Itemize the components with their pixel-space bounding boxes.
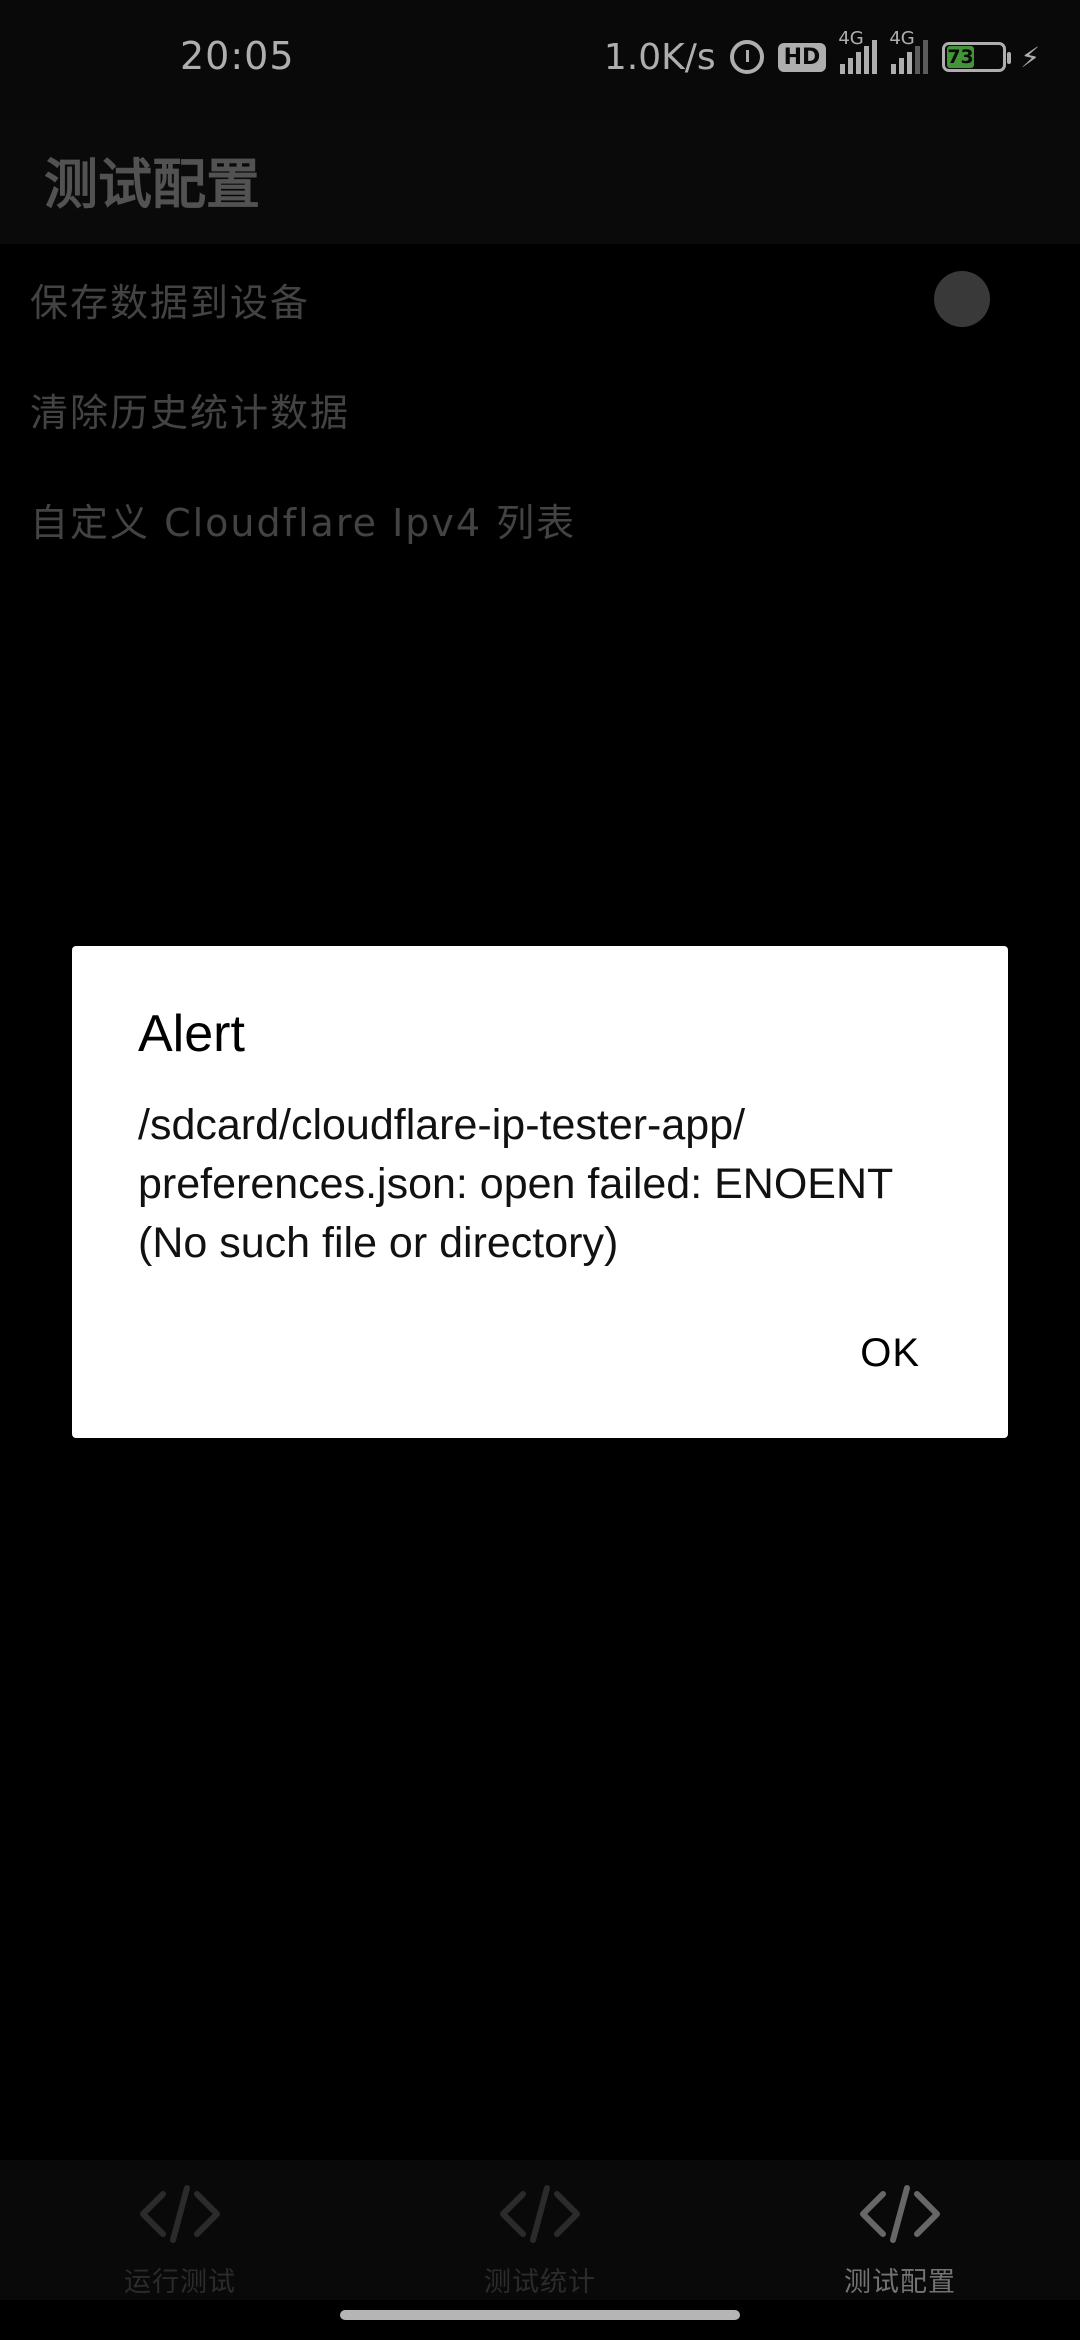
dialog-message: /sdcard/cloudflare-ip-tester-app/ prefer… xyxy=(138,1101,893,1267)
ok-button[interactable]: OK xyxy=(860,1331,920,1376)
alert-dialog: Alert /sdcard/cloudflare-ip-tester-app/ … xyxy=(72,946,1008,1438)
dialog-title: Alert xyxy=(138,1005,245,1063)
screen: 20:05 1.0K/s HD 4G 4G 73 ⚡ 测试配置 保存数据到设备 … xyxy=(0,0,1080,2340)
